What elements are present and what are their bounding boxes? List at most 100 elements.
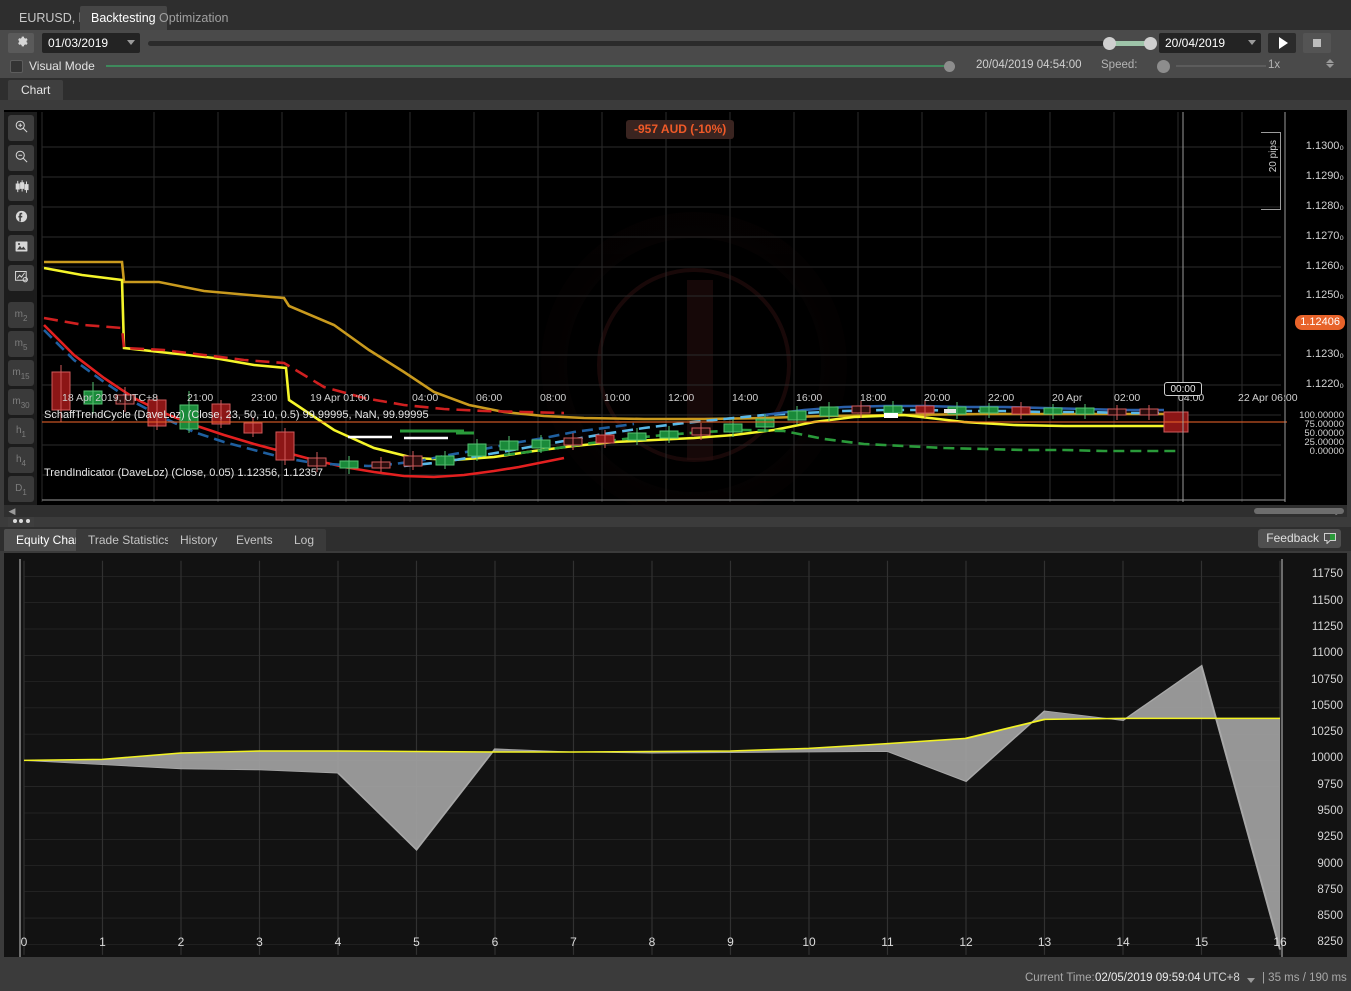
- indicator-label-trendindicator: TrendIndicator (DaveLoz) (Close, 0.05) 1…: [44, 467, 324, 479]
- equity-x-tick: 11: [881, 935, 894, 949]
- chart-type-button[interactable]: [8, 175, 34, 201]
- play-button[interactable]: [1268, 33, 1296, 53]
- visual-mode-row: Visual Mode 20/04/2019 04:54:00 Speed: 1…: [0, 55, 1351, 78]
- speed-value: 1x: [1268, 59, 1281, 71]
- chevron-down-icon[interactable]: [127, 40, 135, 45]
- playback-progress-knob[interactable]: [944, 61, 955, 72]
- timeframe-m30-button[interactable]: m30: [8, 389, 34, 415]
- timeframe-m2-button[interactable]: m2: [8, 302, 34, 328]
- chevron-down-icon[interactable]: [1248, 40, 1256, 45]
- dot-icon: [19, 519, 23, 523]
- equity-y-tick: 10250: [1311, 726, 1343, 739]
- playback-current-time: 20/04/2019 04:54:00: [976, 59, 1082, 71]
- tab-history[interactable]: History: [168, 529, 230, 551]
- stop-button[interactable]: [1303, 33, 1331, 53]
- current-price-badge: 1.12406: [1295, 315, 1345, 330]
- scrollbar-thumb[interactable]: [1254, 508, 1344, 514]
- time-tick: 20 Apr: [1052, 392, 1083, 404]
- equity-y-tick: 9250: [1317, 831, 1343, 844]
- image-button[interactable]: [8, 235, 34, 261]
- time-tick: 18:00: [860, 392, 887, 404]
- equity-x-tick: 6: [491, 935, 499, 949]
- tab-events[interactable]: Events: [224, 529, 285, 551]
- settings-button[interactable]: [8, 33, 34, 53]
- backtester-window: EURUSD, h1 Backtesting Optimization 01/0…: [0, 0, 1351, 991]
- objects-button[interactable]: [8, 205, 34, 231]
- zoom-in-button[interactable]: [8, 115, 34, 141]
- feedback-button[interactable]: Feedback: [1258, 529, 1341, 548]
- profit-badge: -957 AUD (-10%): [626, 120, 735, 139]
- price-tick: 1.1250₀: [1305, 289, 1344, 301]
- chart-tab-bar: Chart: [0, 78, 1351, 100]
- timeframe-h4-button[interactable]: h4: [8, 447, 34, 473]
- time-tick: 23:00: [251, 392, 278, 404]
- time-tick: 16:00: [796, 392, 823, 404]
- price-tick: 1.1260₀: [1305, 260, 1344, 272]
- price-chart-canvas: [4, 110, 1347, 515]
- chart-horizontal-scrollbar[interactable]: ◀ ▶: [4, 505, 1347, 517]
- visual-mode-checkbox[interactable]: [10, 60, 23, 73]
- equity-y-tick: 10000: [1311, 752, 1343, 765]
- price-tick: 1.1300₀: [1305, 140, 1344, 152]
- bottom-tab-bar: Equity Chart Trade Statistics History Ev…: [0, 527, 1351, 551]
- indicator-settings-icon: [14, 269, 29, 287]
- price-tick: 1.1230₀: [1305, 348, 1344, 360]
- time-tick: 22:00: [988, 392, 1015, 404]
- tab-chart[interactable]: Chart: [8, 80, 64, 100]
- equity-x-tick: 14: [1116, 935, 1130, 949]
- equity-chart-panel[interactable]: 11750 11500 11250 11000 10750 10500 10250 10000…: [4, 553, 1347, 957]
- date-from-input[interactable]: 01/03/2019: [42, 33, 140, 53]
- equity-x-tick: 1: [99, 935, 106, 949]
- equity-y-tick: 11250: [1311, 621, 1343, 634]
- indicator-scale-tick: 0.00000: [1309, 446, 1344, 457]
- image-icon: [14, 239, 29, 257]
- date-to-value: 20/04/2019: [1165, 36, 1226, 50]
- chevron-down-icon[interactable]: [1247, 978, 1255, 983]
- timezone-select[interactable]: UTC+8: [1203, 972, 1240, 984]
- equity-x-tick: 15: [1194, 935, 1209, 949]
- feedback-label: Feedback: [1266, 531, 1319, 545]
- date-range-slider[interactable]: [148, 37, 1157, 50]
- speed-slider-knob[interactable]: [1157, 60, 1170, 73]
- timeframe-h1-button[interactable]: h1: [8, 418, 34, 444]
- timeframe-m5-button[interactable]: m5: [8, 331, 34, 357]
- date-to-input[interactable]: 20/04/2019: [1159, 33, 1261, 53]
- tab-trade-statistics[interactable]: Trade Statistics: [76, 529, 183, 551]
- indicator-settings-button[interactable]: [8, 265, 34, 291]
- tab-log[interactable]: Log: [282, 529, 327, 551]
- date-range-knob-right[interactable]: [1144, 37, 1157, 50]
- speed-slider-track[interactable]: [1176, 65, 1266, 67]
- price-chart-panel[interactable]: -957 AUD (-10%) 1.1300₀ 1.1290₀ 1.1280₀ …: [4, 110, 1347, 515]
- time-axis: 18 Apr 2019, UTC+8 21:00 23:00 19 Apr 01…: [42, 392, 1298, 407]
- equity-y-tick: 9750: [1317, 778, 1343, 791]
- timeframe-m15-button[interactable]: m15: [8, 360, 34, 386]
- equity-chart-canvas: [18, 559, 1284, 957]
- equity-x-tick: 2: [177, 935, 185, 949]
- price-scale[interactable]: 1.1300₀ 1.1290₀ 1.1280₀ 1.1270₀ 1.1260₀ …: [1285, 110, 1347, 400]
- timeframe-d1-button[interactable]: D1: [8, 476, 34, 502]
- time-tick: 04:00: [412, 392, 439, 404]
- time-tick: 02:00: [1114, 392, 1141, 404]
- equity-y-tick: 8250: [1317, 936, 1343, 949]
- feedback-balloon-icon: [1324, 533, 1336, 544]
- playback-progress-track[interactable]: [106, 65, 951, 67]
- time-tick: 14:00: [732, 392, 759, 404]
- date-range-knob-left[interactable]: [1103, 37, 1116, 50]
- dot-icon: [25, 519, 30, 523]
- scroll-left-icon[interactable]: ◀: [7, 506, 17, 516]
- equity-y-tick: 11000: [1311, 647, 1343, 660]
- equity-x-tick: 10: [802, 935, 816, 949]
- chart-toolbar: m2 m5 m15 m30 h1 h4 D1: [4, 112, 37, 532]
- time-tick: 06:00: [476, 392, 503, 404]
- pips-label: 20 pips: [1268, 140, 1279, 173]
- equity-y-tick: 11500: [1311, 594, 1343, 607]
- objects-icon: [14, 209, 29, 227]
- dot-icon: [12, 519, 17, 523]
- tab-optimization[interactable]: Optimization: [148, 6, 239, 30]
- equity-y-tick: 8500: [1317, 910, 1343, 923]
- speed-stepper[interactable]: [1325, 58, 1334, 75]
- speed-label: Speed:: [1101, 59, 1138, 71]
- equity-y-tick: 11750: [1311, 568, 1343, 581]
- candles-icon: [14, 179, 29, 197]
- zoom-out-button[interactable]: [8, 145, 34, 171]
